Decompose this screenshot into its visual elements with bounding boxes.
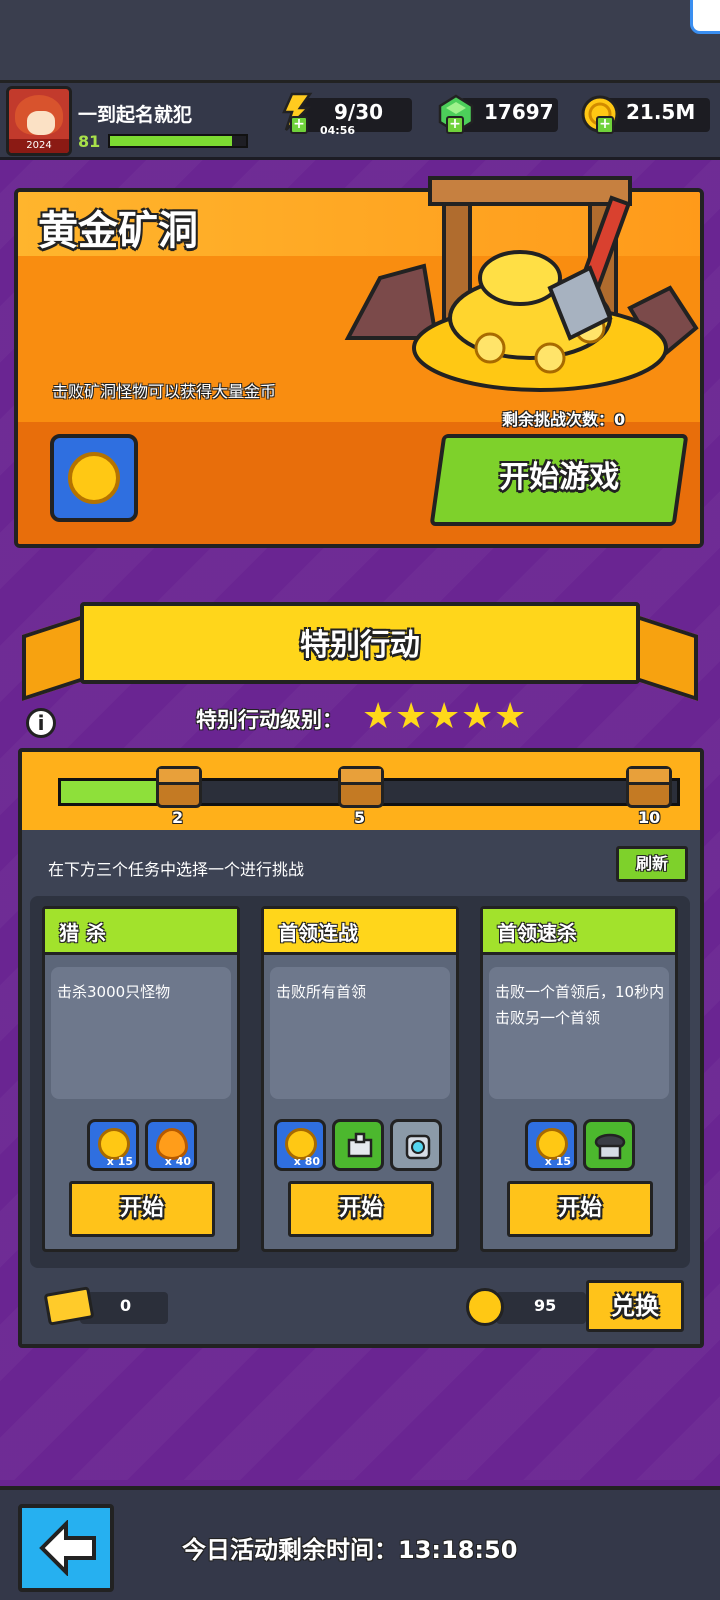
xp-bar [108,134,248,148]
milestone-label: 2 [172,808,184,827]
energy-value: 9/30 [334,100,384,124]
reward-coin[interactable]: x 15 [525,1119,577,1171]
reward-coin[interactable]: x 15 [87,1119,139,1171]
start-game-button[interactable]: 开始游戏 [429,434,689,526]
ticket-count: 0 [120,1296,132,1315]
token-coin-icon [466,1288,504,1326]
task-title: 猎 杀 [59,921,106,945]
choose-task-text: 在下方三个任务中选择一个进行挑战 [48,860,305,879]
reward-drop[interactable]: x 40 [145,1119,197,1171]
special-level-label: 特别行动级别： [196,708,343,732]
reward-equipment-green[interactable] [583,1119,635,1171]
coin-icon [68,452,120,504]
remaining-challenges: 剩余挑战次数：0 [502,410,626,429]
start-game-label: 开始游戏 [499,460,620,495]
avatar-year-badge: 2024 [9,139,69,153]
milestone-label: 10 [638,808,661,827]
chest-lid [341,769,381,785]
mine-reward-slot[interactable] [50,434,138,522]
task-start-button[interactable]: 开始 [69,1181,215,1237]
task-description: 击杀3000只怪物 [57,983,171,1001]
chest-lid [629,769,669,785]
reward-qty: x 40 [164,1155,191,1168]
event-remaining-time: 今日活动剩余时间：13:18:50 [182,1536,518,1564]
level-star-icon: ★ [461,696,494,737]
player-name: 一到起名就犯 [78,104,193,126]
status-strip [0,0,720,80]
avatar[interactable]: 2024 [6,86,72,156]
gems-value: 17697 [484,100,554,124]
exchange-button[interactable]: 兑换 [586,1280,684,1332]
back-arrow-icon [39,1520,96,1576]
milestone-chest-icon[interactable] [338,766,384,808]
level-star-icon: ★ [494,696,527,737]
task-title: 首领速杀 [497,921,577,945]
reward-qty: x 80 [293,1155,320,1168]
reward-qty: x 15 [544,1155,571,1168]
reward-equipment-green[interactable] [332,1119,384,1171]
info-icon[interactable]: i [26,708,56,738]
energy-timer: 04:56 [320,124,356,137]
add-gems-button[interactable]: + [446,116,464,134]
mine-description: 击败矿洞怪物可以获得大量金币 [52,382,277,401]
milestone-chest-icon[interactable] [156,766,202,808]
level-star-icon: ★ [428,696,461,737]
task-card-boss-rush[interactable]: 首领连战 击败所有首领 x 80 开始 [261,906,459,1252]
player-level: 81 [78,132,101,151]
task-start-button[interactable]: 开始 [288,1181,434,1237]
chest-lid [159,769,199,785]
task-card-boss-speed[interactable]: 首领速杀 击败一个首领后，10秒内击败另一个首领 x 15 开始 [480,906,678,1252]
xp-bar-fill [110,136,233,146]
coins-value: 21.5M [626,100,696,124]
gear-item-icon [347,1132,373,1158]
milestone-chest-icon[interactable] [626,766,672,808]
level-star-icon: ★ [395,696,428,737]
robot-item-icon [405,1134,431,1160]
back-button[interactable] [18,1504,114,1592]
add-energy-button[interactable]: + [290,116,308,134]
avatar-face [27,111,55,135]
floating-button[interactable] [690,0,720,34]
level-star-icon: ★ [362,696,395,737]
add-coins-button[interactable]: + [596,116,614,134]
special-action-title: 特别行动 [300,628,420,663]
reward-qty: x 15 [106,1155,133,1168]
task-title: 首领连战 [278,921,358,945]
task-description: 击败一个首领后，10秒内击败另一个首领 [495,983,665,1027]
token-count: 95 [534,1296,557,1315]
gold-mine-illustration [344,176,699,392]
milestone-label: 5 [354,808,366,827]
task-card-hunt[interactable]: 猎 杀 击杀3000只怪物 x 15 x 40 开始 [42,906,240,1252]
belt-item-icon [594,1133,626,1160]
reward-coin[interactable]: x 80 [274,1119,326,1171]
task-start-button[interactable]: 开始 [507,1181,653,1237]
refresh-button[interactable]: 刷新 [616,846,688,882]
reward-equipment-grey[interactable] [390,1119,442,1171]
task-description: 击败所有首领 [276,983,367,1001]
mine-title: 黄金矿洞 [38,208,198,254]
